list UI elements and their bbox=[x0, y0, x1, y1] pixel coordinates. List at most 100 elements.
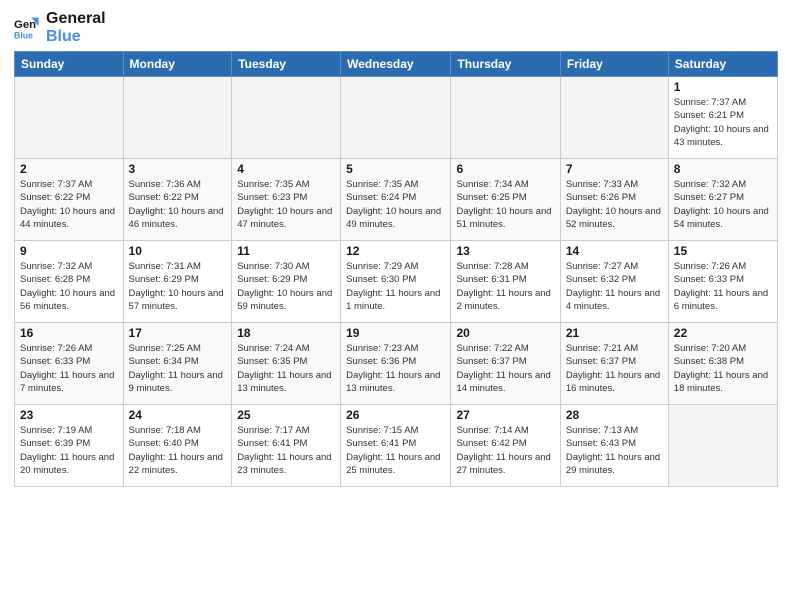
calendar-cell: 19 Sunrise: 7:23 AM Sunset: 6:36 PM Dayli… bbox=[341, 323, 451, 405]
calendar-cell: 23Sunrise: 7:19 AM Sunset: 6:39 PM Dayli… bbox=[15, 405, 124, 487]
calendar-cell: 21 Sunrise: 7:21 AM Sunset: 6:37 PM Dayli… bbox=[560, 323, 668, 405]
day-number: 9 bbox=[20, 244, 118, 258]
day-info: Sunrise: 7:21 AM Sunset: 6:37 PM Dayligh… bbox=[566, 342, 663, 395]
logo-blue: Blue bbox=[46, 28, 106, 46]
day-number: 2 bbox=[20, 162, 118, 176]
day-number: 17 bbox=[129, 326, 227, 340]
weekday-header: Friday bbox=[560, 52, 668, 77]
calendar-cell: 16 Sunrise: 7:26 AM Sunset: 6:33 PM Dayli… bbox=[15, 323, 124, 405]
day-number: 14 bbox=[566, 244, 663, 258]
day-info: Sunrise: 7:35 AM Sunset: 6:24 PM Dayligh… bbox=[346, 178, 445, 231]
day-number: 7 bbox=[566, 162, 663, 176]
day-number: 1 bbox=[674, 80, 772, 94]
calendar-cell bbox=[341, 77, 451, 159]
weekday-header: Monday bbox=[123, 52, 232, 77]
page: Gen Blue General Blue SundayMondayTuesda… bbox=[0, 0, 792, 612]
weekday-header: Wednesday bbox=[341, 52, 451, 77]
calendar-cell: 18 Sunrise: 7:24 AM Sunset: 6:35 PM Dayli… bbox=[232, 323, 341, 405]
day-info: Sunrise: 7:24 AM Sunset: 6:35 PM Dayligh… bbox=[237, 342, 335, 395]
calendar-cell bbox=[232, 77, 341, 159]
day-number: 20 bbox=[456, 326, 554, 340]
day-number: 3 bbox=[129, 162, 227, 176]
day-info: Sunrise: 7:13 AM Sunset: 6:43 PM Dayligh… bbox=[566, 424, 663, 477]
day-info: Sunrise: 7:25 AM Sunset: 6:34 PM Dayligh… bbox=[129, 342, 227, 395]
calendar-cell: 7 Sunrise: 7:33 AM Sunset: 6:26 PM Daylig… bbox=[560, 159, 668, 241]
day-info: Sunrise: 7:27 AM Sunset: 6:32 PM Dayligh… bbox=[566, 260, 663, 313]
calendar-cell bbox=[451, 77, 560, 159]
calendar-cell: 20 Sunrise: 7:22 AM Sunset: 6:37 PM Dayli… bbox=[451, 323, 560, 405]
day-number: 11 bbox=[237, 244, 335, 258]
day-number: 19 bbox=[346, 326, 445, 340]
calendar-cell: 2 Sunrise: 7:37 AM Sunset: 6:22 PM Daylig… bbox=[15, 159, 124, 241]
weekday-header: Thursday bbox=[451, 52, 560, 77]
calendar-cell: 4 Sunrise: 7:35 AM Sunset: 6:23 PM Daylig… bbox=[232, 159, 341, 241]
calendar-cell: 17 Sunrise: 7:25 AM Sunset: 6:34 PM Dayli… bbox=[123, 323, 232, 405]
calendar-cell: 26Sunrise: 7:15 AM Sunset: 6:41 PM Dayli… bbox=[341, 405, 451, 487]
day-info: Sunrise: 7:14 AM Sunset: 6:42 PM Dayligh… bbox=[456, 424, 554, 477]
day-number: 28 bbox=[566, 408, 663, 422]
day-info: Sunrise: 7:33 AM Sunset: 6:26 PM Dayligh… bbox=[566, 178, 663, 231]
weekday-header: Saturday bbox=[668, 52, 777, 77]
day-info: Sunrise: 7:37 AM Sunset: 6:22 PM Dayligh… bbox=[20, 178, 118, 231]
weekday-header: Sunday bbox=[15, 52, 124, 77]
calendar-cell: 11 Sunrise: 7:30 AM Sunset: 6:29 PM Dayli… bbox=[232, 241, 341, 323]
day-info: Sunrise: 7:29 AM Sunset: 6:30 PM Dayligh… bbox=[346, 260, 445, 313]
svg-text:Blue: Blue bbox=[14, 30, 33, 40]
weekday-header: Tuesday bbox=[232, 52, 341, 77]
day-info: Sunrise: 7:31 AM Sunset: 6:29 PM Dayligh… bbox=[129, 260, 227, 313]
day-info: Sunrise: 7:36 AM Sunset: 6:22 PM Dayligh… bbox=[129, 178, 227, 231]
calendar-cell: 15 Sunrise: 7:26 AM Sunset: 6:33 PM Dayli… bbox=[668, 241, 777, 323]
calendar-cell: 8 Sunrise: 7:32 AM Sunset: 6:27 PM Daylig… bbox=[668, 159, 777, 241]
day-number: 18 bbox=[237, 326, 335, 340]
calendar-cell: 22 Sunrise: 7:20 AM Sunset: 6:38 PM Dayli… bbox=[668, 323, 777, 405]
day-info: Sunrise: 7:26 AM Sunset: 6:33 PM Dayligh… bbox=[20, 342, 118, 395]
calendar-cell: 28 Sunrise: 7:13 AM Sunset: 6:43 PM Dayli… bbox=[560, 405, 668, 487]
calendar-cell: 1Sunrise: 7:37 AM Sunset: 6:21 PM Daylig… bbox=[668, 77, 777, 159]
logo-general: General bbox=[46, 10, 106, 28]
day-info: Sunrise: 7:32 AM Sunset: 6:27 PM Dayligh… bbox=[674, 178, 772, 231]
calendar-cell: 9 Sunrise: 7:32 AM Sunset: 6:28 PM Daylig… bbox=[15, 241, 124, 323]
day-number: 15 bbox=[674, 244, 772, 258]
calendar-cell: 6 Sunrise: 7:34 AM Sunset: 6:25 PM Daylig… bbox=[451, 159, 560, 241]
day-info: Sunrise: 7:35 AM Sunset: 6:23 PM Dayligh… bbox=[237, 178, 335, 231]
day-info: Sunrise: 7:32 AM Sunset: 6:28 PM Dayligh… bbox=[20, 260, 118, 313]
day-info: Sunrise: 7:30 AM Sunset: 6:29 PM Dayligh… bbox=[237, 260, 335, 313]
day-number: 16 bbox=[20, 326, 118, 340]
day-number: 27 bbox=[456, 408, 554, 422]
day-info: Sunrise: 7:26 AM Sunset: 6:33 PM Dayligh… bbox=[674, 260, 772, 313]
header: Gen Blue General Blue bbox=[14, 10, 778, 45]
day-number: 24 bbox=[129, 408, 227, 422]
calendar-cell bbox=[15, 77, 124, 159]
calendar-cell: 12 Sunrise: 7:29 AM Sunset: 6:30 PM Dayli… bbox=[341, 241, 451, 323]
day-info: Sunrise: 7:23 AM Sunset: 6:36 PM Dayligh… bbox=[346, 342, 445, 395]
day-info: Sunrise: 7:18 AM Sunset: 6:40 PM Dayligh… bbox=[129, 424, 227, 477]
logo-icon: Gen Blue bbox=[14, 14, 42, 42]
day-number: 5 bbox=[346, 162, 445, 176]
day-number: 21 bbox=[566, 326, 663, 340]
day-info: Sunrise: 7:22 AM Sunset: 6:37 PM Dayligh… bbox=[456, 342, 554, 395]
day-number: 10 bbox=[129, 244, 227, 258]
day-number: 22 bbox=[674, 326, 772, 340]
day-number: 25 bbox=[237, 408, 335, 422]
calendar-table: SundayMondayTuesdayWednesdayThursdayFrid… bbox=[14, 51, 778, 487]
calendar-cell: 25 Sunrise: 7:17 AM Sunset: 6:41 PM Dayli… bbox=[232, 405, 341, 487]
calendar-cell: 13 Sunrise: 7:28 AM Sunset: 6:31 PM Dayli… bbox=[451, 241, 560, 323]
day-number: 8 bbox=[674, 162, 772, 176]
calendar-cell: 10 Sunrise: 7:31 AM Sunset: 6:29 PM Dayli… bbox=[123, 241, 232, 323]
day-number: 13 bbox=[456, 244, 554, 258]
calendar-cell: 5 Sunrise: 7:35 AM Sunset: 6:24 PM Daylig… bbox=[341, 159, 451, 241]
day-info: Sunrise: 7:17 AM Sunset: 6:41 PM Dayligh… bbox=[237, 424, 335, 477]
day-number: 4 bbox=[237, 162, 335, 176]
day-info: Sunrise: 7:20 AM Sunset: 6:38 PM Dayligh… bbox=[674, 342, 772, 395]
day-number: 12 bbox=[346, 244, 445, 258]
day-number: 23 bbox=[20, 408, 118, 422]
day-number: 6 bbox=[456, 162, 554, 176]
calendar-cell: 14 Sunrise: 7:27 AM Sunset: 6:32 PM Dayli… bbox=[560, 241, 668, 323]
day-info: Sunrise: 7:34 AM Sunset: 6:25 PM Dayligh… bbox=[456, 178, 554, 231]
calendar-cell bbox=[668, 405, 777, 487]
svg-text:Gen: Gen bbox=[14, 19, 36, 31]
day-info: Sunrise: 7:15 AM Sunset: 6:41 PM Dayligh… bbox=[346, 424, 445, 477]
day-info: Sunrise: 7:28 AM Sunset: 6:31 PM Dayligh… bbox=[456, 260, 554, 313]
calendar-cell bbox=[123, 77, 232, 159]
calendar-cell: 24 Sunrise: 7:18 AM Sunset: 6:40 PM Dayli… bbox=[123, 405, 232, 487]
